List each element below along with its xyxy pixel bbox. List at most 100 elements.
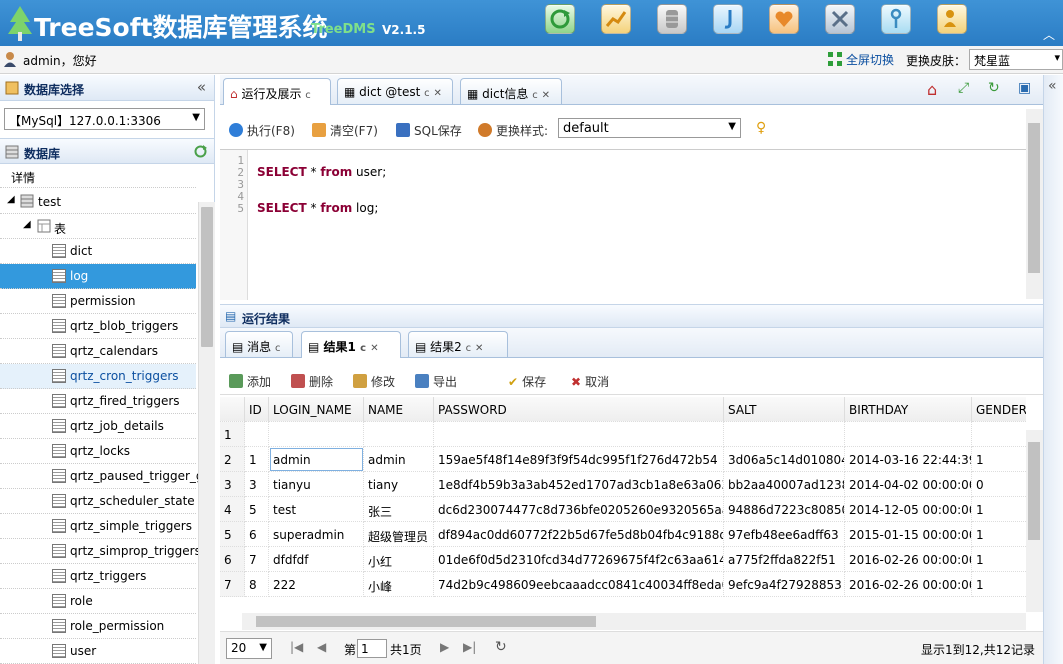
refresh-icon[interactable]: [193, 144, 208, 159]
tab-result-1[interactable]: ▤ 结果1 c ✕: [301, 331, 401, 358]
collapse-up-icon[interactable]: ︿: [1043, 26, 1055, 43]
grid-cell[interactable]: 01de6f0d5d2310fcd34d77269675f4f2c63aa614: [434, 547, 724, 572]
tree-scrollbar[interactable]: [198, 202, 215, 664]
tree-table-item[interactable]: dict: [0, 239, 196, 264]
grid-cell[interactable]: 2016-02-26 00:00:00: [845, 572, 972, 597]
grid-cell[interactable]: 1: [972, 497, 1026, 522]
tree-node-db[interactable]: ◢ test: [0, 189, 196, 214]
refresh-icon[interactable]: ↻: [988, 80, 1000, 96]
chart-icon[interactable]: [601, 4, 631, 34]
grid-cell[interactable]: [364, 422, 434, 447]
edit-button[interactable]: 修改: [353, 373, 395, 390]
grid-cell[interactable]: 1: [972, 447, 1026, 472]
refresh-icon[interactable]: c: [360, 343, 366, 354]
add-button[interactable]: 添加: [229, 373, 271, 390]
maximize-icon[interactable]: ⤢: [958, 80, 969, 96]
tree-table-item[interactable]: role_permission: [0, 614, 196, 639]
home-icon[interactable]: ⌂: [927, 80, 937, 99]
expand-right-icon[interactable]: «: [1048, 78, 1057, 94]
fullscreen-button[interactable]: 全屏切换: [828, 51, 894, 68]
window-icon[interactable]: ▣: [1018, 80, 1031, 96]
grid-cell[interactable]: 小红: [364, 547, 434, 572]
grid-cell[interactable]: 3d06a5c14d010804: [724, 447, 845, 472]
tools-icon[interactable]: [825, 4, 855, 34]
tab-dict-info[interactable]: ▦ dict信息 c ✕: [460, 78, 562, 104]
refresh-icon[interactable]: c: [305, 90, 311, 101]
grid-cell[interactable]: tianyu: [269, 472, 364, 497]
save-sql-button[interactable]: SQL保存: [396, 122, 462, 139]
grid-cell[interactable]: dfdfdf: [269, 547, 364, 572]
grid-horizontal-scrollbar[interactable]: [242, 613, 1026, 630]
tree-table-item[interactable]: qrtz_simprop_triggers: [0, 539, 201, 564]
user-key-icon[interactable]: [937, 4, 967, 34]
editor-scrollbar[interactable]: [1026, 109, 1043, 299]
tree-scroll-thumb[interactable]: [201, 207, 213, 347]
java-icon[interactable]: [713, 4, 743, 34]
grid-cell[interactable]: superadmin: [269, 522, 364, 547]
grid-cell[interactable]: admin: [364, 447, 434, 472]
style-select[interactable]: default ▼: [558, 118, 741, 138]
reload-icon[interactable]: ↻: [495, 639, 507, 655]
tree-table-item[interactable]: qrtz_blob_triggers: [0, 314, 196, 339]
database-icon[interactable]: [657, 4, 687, 34]
close-icon[interactable]: ✕: [475, 343, 483, 354]
heart-icon[interactable]: [769, 4, 799, 34]
sql-editor[interactable]: 12345 SELECT * from user; SELECT * from …: [220, 149, 1026, 300]
grid-cell[interactable]: 超级管理员: [364, 522, 434, 547]
tree-table-item[interactable]: qrtz_paused_trigger_g: [0, 464, 204, 489]
grid-cell[interactable]: 74d2b9c498609eebcaaadcc0841c40034ff8eda0: [434, 572, 724, 597]
grid-hscroll-thumb[interactable]: [256, 616, 596, 627]
db-connection-select[interactable]: 【MySql】127.0.0.1:3306 ▼: [4, 108, 205, 130]
grid-cell[interactable]: a775f2ffda822f51: [724, 547, 845, 572]
expand-icon[interactable]: ◢: [23, 219, 31, 230]
tab-result-2[interactable]: ▤ 结果2 c ✕: [408, 331, 508, 357]
grid-cell[interactable]: 0: [972, 472, 1026, 497]
tree-table-item[interactable]: permission: [0, 289, 196, 314]
lightbulb-icon[interactable]: ♀: [756, 120, 766, 136]
tab-run[interactable]: ⌂ 运行及展示 c: [223, 78, 331, 105]
grid-cell[interactable]: 小峰: [364, 572, 434, 597]
grid-cell[interactable]: df894ac0dd60772f22b5d67fe5d8b04fb4c9188d: [434, 522, 724, 547]
close-icon[interactable]: ✕: [433, 88, 441, 99]
grid-cell[interactable]: tiany: [364, 472, 434, 497]
run-button[interactable]: 执行(F8): [229, 122, 295, 139]
grid-cell[interactable]: admin: [269, 447, 364, 472]
tree-table-item[interactable]: qrtz_scheduler_state: [0, 489, 196, 514]
grid-cell[interactable]: 97efb48ee6adff63: [724, 522, 845, 547]
grid-cell[interactable]: [245, 422, 269, 447]
tree-table-item[interactable]: user: [0, 639, 196, 664]
grid-cell[interactable]: 2015-01-15 00:00:00: [845, 522, 972, 547]
export-button[interactable]: 导出: [415, 373, 457, 390]
grid-cell[interactable]: [972, 422, 1026, 447]
close-icon[interactable]: ✕: [542, 90, 550, 101]
delete-button[interactable]: 删除: [291, 373, 333, 390]
page-number-input[interactable]: 1: [357, 639, 387, 658]
grid-vertical-scrollbar[interactable]: [1026, 430, 1043, 612]
grid-cell[interactable]: [269, 422, 364, 447]
grid-cell[interactable]: 1: [972, 522, 1026, 547]
cancel-button[interactable]: ✖ 取消: [571, 373, 609, 390]
grid-cell[interactable]: 5: [245, 497, 269, 522]
grid-cell[interactable]: 7: [245, 547, 269, 572]
close-icon[interactable]: ✕: [370, 343, 378, 354]
grid-scroll-thumb[interactable]: [1028, 442, 1040, 540]
grid-cell[interactable]: 159ae5f48f14e89f3f9f54dc995f1f276d472b54: [434, 447, 724, 472]
grid-cell[interactable]: 1: [245, 447, 269, 472]
last-page-icon[interactable]: ▶|: [463, 640, 476, 654]
page-size-select[interactable]: 20 ▼: [226, 638, 272, 659]
refresh-icon[interactable]: c: [532, 90, 538, 101]
save-button[interactable]: ✔ 保存: [508, 373, 546, 390]
tab-dict-test[interactable]: ▦ dict @test c ✕: [337, 78, 453, 104]
tree-table-item[interactable]: qrtz_triggers: [0, 564, 196, 589]
skin-select[interactable]: 梵星蓝 ▾: [969, 49, 1063, 70]
grid-cell[interactable]: 3: [245, 472, 269, 497]
refresh-icon[interactable]: c: [275, 343, 281, 354]
grid-cell[interactable]: 9efc9a4f27928853: [724, 572, 845, 597]
grid-cell[interactable]: 222: [269, 572, 364, 597]
grid-cell[interactable]: 6: [245, 522, 269, 547]
tab-messages[interactable]: ▤ 消息 c: [225, 331, 293, 357]
first-page-icon[interactable]: |◀: [290, 640, 303, 654]
refresh-icon[interactable]: c: [466, 343, 472, 354]
prev-page-icon[interactable]: ◀: [317, 640, 326, 654]
grid-cell[interactable]: 8: [245, 572, 269, 597]
